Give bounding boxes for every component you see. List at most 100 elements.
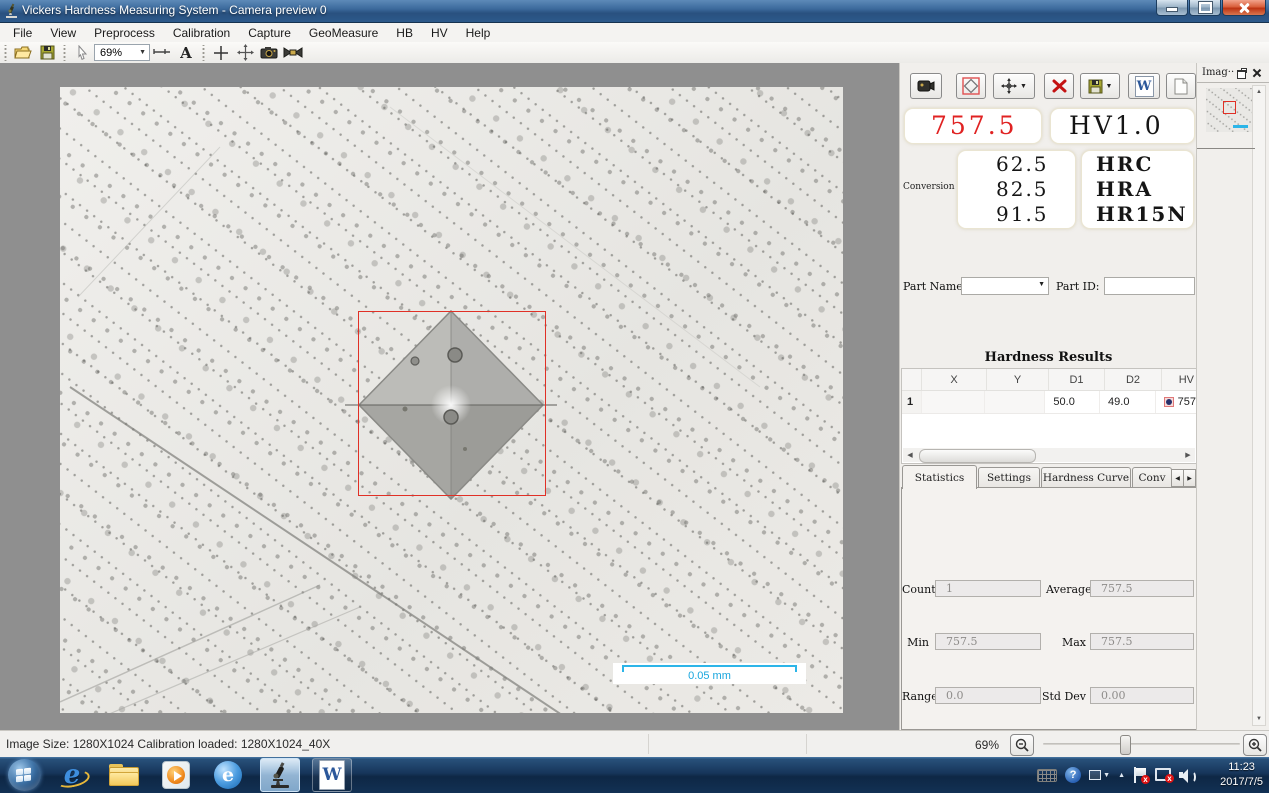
action-center-icon[interactable]: x [1133,767,1147,783]
arrow-up-icon[interactable]: ▲ [1253,86,1265,98]
col-d1[interactable]: D1 [1049,369,1105,390]
help-tray-icon[interactable]: ? [1065,767,1081,783]
camera-image[interactable]: 0.05 mm [60,87,843,713]
select-cursor-button[interactable] [71,43,93,62]
hv-scale: HV1.0 [1069,111,1164,140]
language-bar-icon[interactable]: ▼ [1089,770,1110,780]
thumbnail-selection-box [1223,101,1236,114]
zoom-select[interactable]: 69% ▼ [94,44,150,61]
taskbar: e e W ? [0,757,1269,793]
close-button[interactable] [1222,0,1266,16]
taskbar-clock[interactable]: 11:23 2017/7/5 [1220,760,1263,790]
tab-settings[interactable]: Settings [978,467,1040,488]
menu-preprocess[interactable]: Preprocess [85,25,164,41]
chevron-down-icon: ▼ [1106,83,1113,90]
col-hv[interactable]: HV [1162,369,1196,390]
average-field: 757.5 [1090,580,1194,597]
zoom-slider-track[interactable] [1043,743,1240,745]
menu-hb[interactable]: HB [387,25,422,41]
taskbar-hardness-app-icon[interactable] [260,758,300,792]
part-id-label: Part ID: [1056,280,1100,293]
tab-hardness-curve[interactable]: Hardness Curve [1041,467,1131,488]
volume-tray-icon[interactable] [1179,768,1195,782]
taskbar-mediaplayer-icon[interactable] [156,758,196,792]
float-panel-icon[interactable] [1236,68,1247,79]
hscrollbar-thumb[interactable] [919,449,1036,463]
menu-file[interactable]: File [4,25,41,41]
measure-length-button[interactable] [151,43,173,62]
window-controls [1155,0,1266,16]
part-name-combo[interactable]: ▼ [961,277,1049,295]
move-stage-button[interactable] [234,43,256,62]
menu-hv[interactable]: HV [422,25,457,41]
status-bar: Image Size: 1280X1024 Calibration loaded… [0,730,1269,757]
menu-capture[interactable]: Capture [239,25,300,41]
cell-x [922,391,985,413]
taskbar-word-icon[interactable]: W [312,758,352,792]
video-icon [917,80,935,92]
video-capture-button[interactable] [282,43,304,62]
export-word-button[interactable]: W [1128,73,1160,99]
maximize-button[interactable] [1189,0,1221,16]
show-hidden-icons[interactable]: ▲ [1118,772,1125,779]
keyboard-tray-icon[interactable] [1037,769,1057,782]
conversion-unit-hrc: HRC [1096,152,1153,177]
save-results-button[interactable]: ▼ [1080,73,1120,99]
new-document-button[interactable] [1166,73,1196,99]
title-bar: Vickers Hardness Measuring System - Came… [0,0,1269,23]
scroll-right-icon[interactable]: ▶ [1181,448,1195,462]
table-hscrollbar[interactable]: ◀ ▶ [903,448,1195,462]
tab-statistics[interactable]: Statistics [902,465,977,489]
application-window: Vickers Hardness Measuring System - Came… [0,0,1269,793]
zoom-out-icon [1015,738,1029,752]
menu-view[interactable]: View [41,25,85,41]
col-rownum[interactable] [902,369,922,390]
part-id-input[interactable] [1104,277,1195,295]
zoom-in-button[interactable] [1243,734,1267,756]
start-button[interactable] [8,759,41,791]
menu-help[interactable]: Help [457,25,500,41]
open-button[interactable] [12,43,34,62]
toolbar-grip[interactable] [3,45,8,61]
close-panel-icon[interactable] [1252,68,1263,79]
live-video-button[interactable] [910,73,942,99]
menu-geomeasure[interactable]: GeoMeasure [300,25,387,41]
plus-icon [213,45,229,61]
minimize-button[interactable] [1156,0,1188,16]
text-annotation-button[interactable]: A [175,43,197,62]
row-number: 1 [902,391,922,413]
toolbar-grip[interactable] [201,45,206,61]
chevron-down-icon: ▼ [1020,83,1027,90]
delete-result-button[interactable] [1044,73,1074,99]
toolbar-grip[interactable] [62,45,67,61]
table-row[interactable]: 1 50.0 49.0 757 [902,391,1196,414]
zoom-out-button[interactable] [1010,734,1034,756]
tab-conversion[interactable]: Conv [1132,467,1172,488]
image-thumbnail[interactable] [1206,88,1252,132]
menu-calibration[interactable]: Calibration [164,25,239,41]
cell-d2: 49.0 [1100,391,1156,413]
image-panel-scrollbar[interactable]: ▲ ▼ [1252,85,1266,726]
system-tray: ? ▼ ▲ x x [1033,757,1199,793]
taskbar-explorer-icon[interactable] [104,758,144,792]
auto-position-button[interactable]: ▼ [993,73,1035,99]
save-button[interactable] [36,43,58,62]
delete-x-icon [1052,79,1067,93]
col-d2[interactable]: D2 [1105,369,1162,390]
indentation-selection-box[interactable] [358,311,546,496]
taskbar-browser-icon[interactable]: e [208,758,248,792]
col-x[interactable]: X [922,369,987,390]
hv-scale-box: HV1.0 [1050,108,1195,144]
tab-scroll-right[interactable]: ▶ [1183,469,1196,487]
network-tray-icon[interactable]: x [1155,768,1171,782]
scroll-left-icon[interactable]: ◀ [903,448,917,462]
snapshot-button[interactable] [258,43,280,62]
taskbar-ie-icon[interactable]: e [52,758,92,792]
arrow-down-icon[interactable]: ▼ [1253,713,1265,725]
measure-indent-button[interactable] [956,73,986,99]
hv-value: 757.5 [931,111,1018,140]
crosshair-button[interactable] [210,43,232,62]
col-y[interactable]: Y [987,369,1049,390]
results-table-header: X Y D1 D2 HV [902,369,1196,391]
zoom-slider-thumb[interactable] [1120,735,1131,755]
